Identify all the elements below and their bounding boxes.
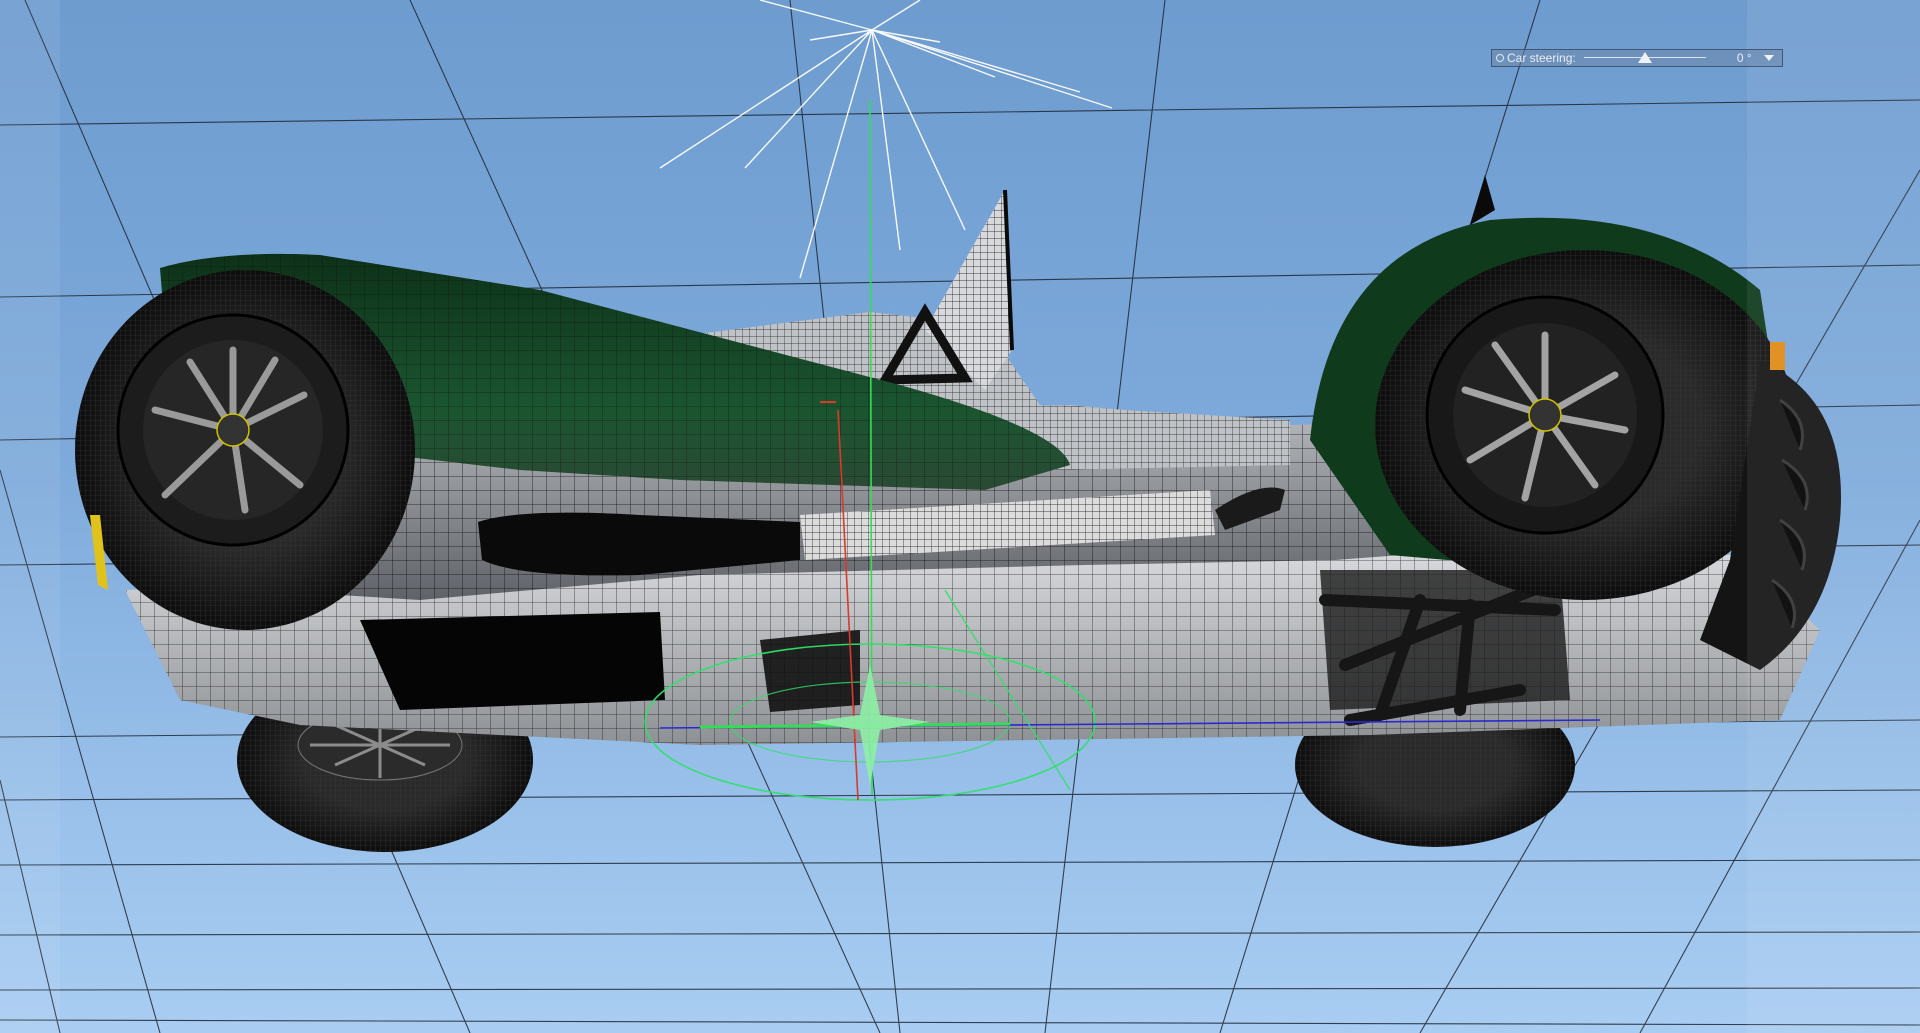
steering-value: 0 ° <box>1736 51 1752 65</box>
viewport-right-shade <box>1747 0 1920 1033</box>
light-source-icon[interactable] <box>659 0 1113 279</box>
scene-canvas[interactable] <box>0 0 1920 1033</box>
car-steering-control[interactable]: Car steering: 0 ° <box>1491 49 1783 67</box>
viewport-left-shade <box>0 0 60 1033</box>
3d-viewport[interactable]: Car steering: 0 ° <box>0 0 1920 1033</box>
chevron-down-icon[interactable] <box>1764 55 1774 61</box>
rear-upper-wheel <box>75 270 415 630</box>
steering-slider[interactable] <box>1583 52 1706 64</box>
steering-label: Car steering: <box>1507 51 1576 65</box>
visibility-toggle-icon[interactable] <box>1496 54 1504 62</box>
steering-slider-thumb[interactable] <box>1637 52 1652 63</box>
